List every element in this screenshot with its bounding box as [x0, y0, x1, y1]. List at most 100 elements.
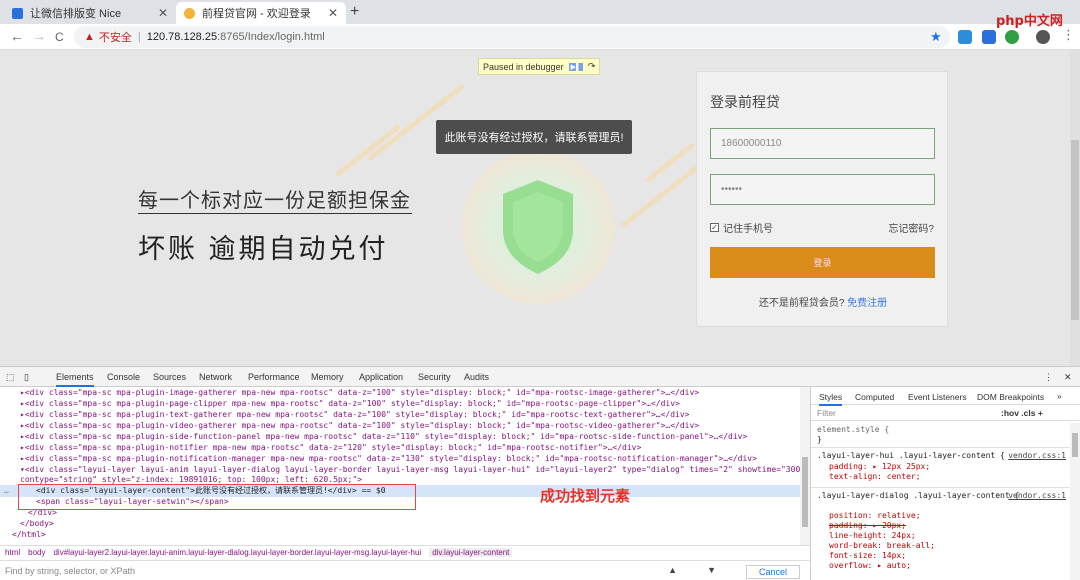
style-source-link[interactable]: vendor.css:1 — [1008, 491, 1066, 500]
scrollbar-thumb[interactable] — [1071, 140, 1079, 320]
reload-button[interactable]: C — [55, 30, 64, 44]
breadcrumb-item[interactable]: div#layui-layer2.layui-layer.layui-anim.… — [53, 548, 421, 557]
style-property[interactable]: position: relative; — [829, 511, 921, 520]
close-icon[interactable]: ✕ — [328, 6, 338, 20]
forward-button[interactable]: → — [32, 28, 46, 44]
extension-on-icon[interactable] — [958, 30, 972, 44]
inspect-icon[interactable]: ⬚ — [6, 372, 15, 383]
elements-tree: ▸<div class="mpa-sc mpa-plugin-image-gat… — [0, 387, 800, 545]
styles-tab-bar: Styles Computed Event Listeners DOM Brea… — [811, 387, 1080, 406]
close-icon[interactable]: ✕ — [158, 6, 168, 20]
dom-node[interactable]: ▸<div class="mpa-sc mpa-plugin-side-func… — [20, 432, 747, 443]
dom-node[interactable]: ▸<div class="mpa-sc mpa-plugin-video-gat… — [20, 421, 699, 432]
devtools-menu-icon[interactable]: ⋮ — [1044, 372, 1053, 383]
style-property[interactable]: line-height: 24px; — [829, 531, 916, 540]
profile-avatar-icon[interactable] — [1036, 30, 1050, 44]
dom-node[interactable]: ▸<div class="mpa-sc mpa-plugin-notificat… — [20, 454, 757, 465]
close-devtools-icon[interactable]: ✕ — [1064, 372, 1072, 383]
style-property[interactable]: overflow: ▸ auto; — [829, 561, 911, 570]
styles-pane: Styles Computed Event Listeners DOM Brea… — [810, 387, 1080, 580]
address-bar[interactable]: ▲ 不安全 | 120.78.128.25 :8765/Index/login.… — [74, 26, 950, 48]
dom-node-close: </body> — [20, 519, 54, 528]
extension-green-icon[interactable] — [1005, 30, 1019, 44]
menu-kebab-icon[interactable]: ⋮ — [1062, 27, 1075, 43]
tab-performance[interactable]: Performance — [248, 372, 300, 382]
security-label[interactable]: 不安全 — [99, 29, 132, 45]
star-icon[interactable]: ★ — [930, 29, 942, 45]
page-scrollbar[interactable] — [1070, 50, 1080, 366]
style-close: } — [817, 435, 822, 444]
tab-nice[interactable]: 让微信排版变 Nice ✕ — [4, 2, 176, 24]
style-property-overridden[interactable]: padding: ▸ 20px; — [829, 521, 906, 530]
elements-scrollbar[interactable] — [800, 387, 810, 545]
step-over-icon[interactable]: ↷ — [588, 61, 596, 72]
breadcrumb: html body div#layui-layer2.layui-layer.l… — [0, 545, 810, 559]
style-property[interactable]: text-align: center; — [829, 472, 921, 481]
login-title: 登录前程贷 — [710, 94, 780, 110]
tab-sources[interactable]: Sources — [153, 372, 186, 382]
tab-console[interactable]: Console — [107, 372, 140, 382]
node-ellipsis-icon[interactable]: … — [4, 486, 9, 497]
remember-phone[interactable]: ✓ 记住手机号 — [710, 220, 773, 235]
scrollbar-thumb[interactable] — [802, 457, 808, 527]
tab-title: 让微信排版变 Nice — [30, 8, 122, 20]
shield-icon — [503, 180, 573, 274]
devtools-tab-bar: ⬚ ▯ Elements Console Sources Network Per… — [0, 367, 1080, 387]
breadcrumb-item[interactable]: html — [5, 548, 20, 557]
dom-node[interactable]: ▸<div class="mpa-sc mpa-plugin-notifier … — [20, 443, 641, 454]
warning-icon: ▲ — [84, 31, 95, 43]
scrollbar-thumb[interactable] — [1072, 433, 1078, 457]
find-cancel-button[interactable]: Cancel — [745, 565, 800, 579]
dom-node[interactable]: ▸<div class="mpa-sc mpa-plugin-image-gat… — [20, 388, 699, 399]
tab-bar: 让微信排版变 Nice ✕ 前程贷官网 - 欢迎登录 ✕ + — [0, 0, 1080, 24]
forgot-password-link[interactable]: 忘记密码? — [888, 220, 934, 235]
tab-network[interactable]: Network — [199, 372, 232, 382]
remember-label: 记住手机号 — [723, 224, 773, 235]
styles-filter[interactable]: Filter :hov .cls + — [811, 405, 1080, 421]
tab-dom-breakpoints[interactable]: DOM Breakpoints — [977, 392, 1044, 402]
breadcrumb-item-current[interactable]: div.layui-layer-content — [429, 548, 513, 557]
tab-audits[interactable]: Audits — [464, 372, 489, 382]
devtools-panel: ⬚ ▯ Elements Console Sources Network Per… — [0, 366, 1080, 580]
find-input[interactable]: Find by string, selector, or XPath — [5, 566, 135, 576]
dom-node[interactable]: ▸<div class="mpa-sc mpa-plugin-text-gath… — [20, 410, 689, 421]
find-next-icon[interactable]: ▼ — [707, 565, 716, 579]
new-tab-button[interactable]: + — [350, 3, 359, 21]
tab-elements[interactable]: Elements — [56, 372, 94, 387]
find-controls: ▲ ▼ Cancel — [668, 565, 800, 579]
nice-favicon-icon — [12, 7, 23, 19]
watermark-logo: php中文网 — [996, 14, 1063, 29]
tab-event-listeners[interactable]: Event Listeners — [908, 392, 967, 402]
dom-node[interactable]: ▾<div class="layui-layer layui-anim layu… — [20, 465, 800, 476]
phone-input[interactable]: 18600000110 — [710, 128, 935, 159]
style-property[interactable]: word-break: break-all; — [829, 541, 935, 550]
breadcrumb-item[interactable]: body — [28, 548, 45, 557]
url-host: 120.78.128.25 — [146, 31, 218, 43]
remember-checkbox[interactable]: ✓ — [710, 223, 719, 232]
register-link[interactable]: 免费注册 — [847, 298, 887, 309]
login-card: 登录前程贷 18600000110 •••••• ✓ 记住手机号 忘记密码? 登… — [696, 71, 948, 327]
tab-application[interactable]: Application — [359, 372, 403, 382]
style-property[interactable]: font-size: 14px; — [829, 551, 906, 560]
style-property[interactable]: padding: ▸ 12px 25px; — [829, 462, 930, 471]
filter-options[interactable]: :hov .cls + — [1001, 405, 1043, 421]
styles-scrollbar[interactable] — [1070, 423, 1080, 580]
tab-memory[interactable]: Memory — [311, 372, 344, 382]
login-button[interactable]: 登录 — [710, 247, 935, 278]
filter-input[interactable]: Filter — [817, 408, 836, 418]
style-source-link[interactable]: vendor.css:1 — [1008, 451, 1066, 460]
divider — [811, 447, 1071, 448]
password-input[interactable]: •••••• — [710, 174, 935, 205]
more-tabs-icon[interactable]: » — [1057, 391, 1062, 401]
extension-n-icon[interactable] — [982, 30, 996, 44]
dom-node[interactable]: ▸<div class="mpa-sc mpa-plugin-page-clip… — [20, 399, 680, 410]
tab-computed[interactable]: Computed — [855, 392, 894, 402]
find-prev-icon[interactable]: ▲ — [668, 565, 677, 579]
device-toolbar-icon[interactable]: ▯ — [24, 372, 29, 383]
resume-icon[interactable]: ▶▌ — [568, 62, 583, 71]
style-selector: element.style { — [817, 425, 890, 434]
tab-security[interactable]: Security — [418, 372, 451, 382]
tab-styles[interactable]: Styles — [819, 392, 843, 406]
back-button[interactable]: ← — [10, 28, 24, 44]
tab-login[interactable]: 前程贷官网 - 欢迎登录 ✕ — [176, 2, 346, 24]
